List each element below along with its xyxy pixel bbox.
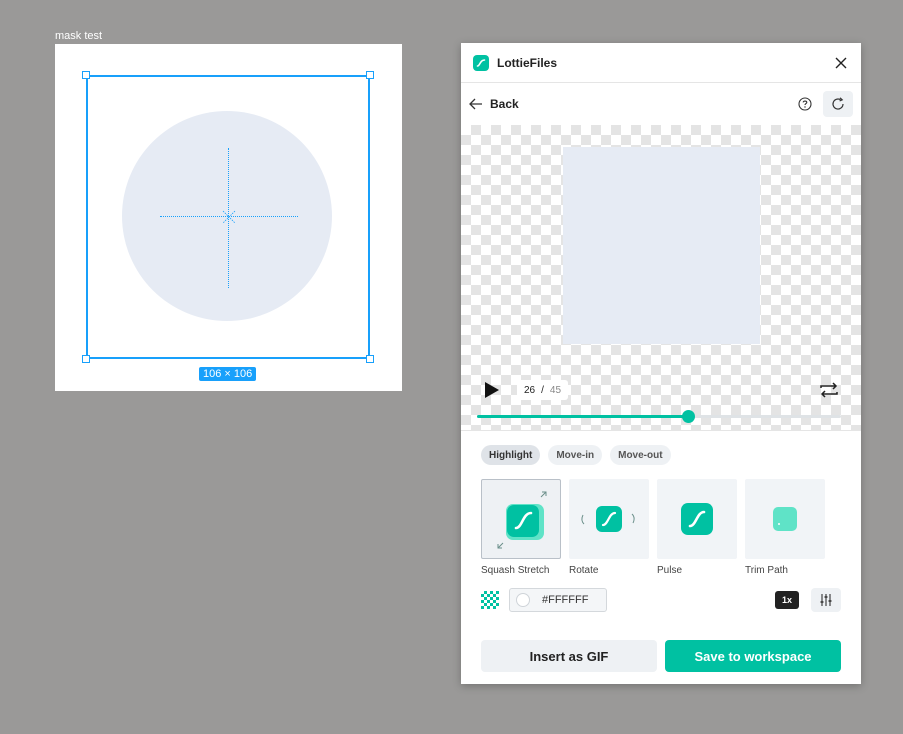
plugin-title: LottieFiles xyxy=(497,55,558,70)
preset-pulse[interactable]: Pulse xyxy=(657,479,737,576)
frame-counter: 26 / 45 xyxy=(517,380,569,400)
preset-thumbnail xyxy=(569,479,649,559)
current-frame: 26 xyxy=(524,384,536,396)
tab-highlight[interactable]: Highlight xyxy=(481,445,541,465)
background-color-input[interactable]: #FFFFFF xyxy=(509,588,607,612)
preview-shape xyxy=(563,147,760,344)
squash-stretch-icon xyxy=(497,491,547,549)
total-frames: 45 xyxy=(549,384,562,396)
tab-move-out[interactable]: Move-out xyxy=(610,445,671,465)
loop-toggle[interactable] xyxy=(819,381,839,404)
trim-path-icon xyxy=(773,507,797,531)
preset-trim-path[interactable]: Trim Path xyxy=(745,479,825,576)
animation-presets: Squash Stretch Rotate Pulse Trim Path xyxy=(481,479,841,576)
plugin-navbar: Back xyxy=(461,83,861,125)
insert-as-gif-button[interactable]: Insert as GIF xyxy=(481,640,657,672)
play-icon xyxy=(485,382,499,398)
background-color-value[interactable]: #FFFFFF xyxy=(542,594,588,606)
refresh-button[interactable] xyxy=(823,91,853,117)
transparent-background-toggle[interactable] xyxy=(481,591,499,609)
back-label: Back xyxy=(490,97,519,111)
rotate-icon xyxy=(581,506,635,532)
preset-label: Squash Stretch xyxy=(481,565,550,576)
preset-label: Rotate xyxy=(569,565,599,576)
close-icon xyxy=(835,57,847,68)
help-button[interactable] xyxy=(793,92,817,116)
preset-label: Pulse xyxy=(657,565,683,576)
help-icon xyxy=(798,97,812,111)
resize-handle-top-left[interactable] xyxy=(82,71,90,79)
resize-handle-bottom-left[interactable] xyxy=(82,355,90,363)
sliders-icon xyxy=(820,594,832,606)
lottiefiles-logo-icon xyxy=(473,54,489,71)
timeline-thumb[interactable] xyxy=(682,410,696,423)
timeline-progress xyxy=(477,415,689,418)
animation-preview: 26 / 45 xyxy=(461,125,861,430)
save-to-workspace-button[interactable]: Save to workspace xyxy=(665,640,841,672)
canvas-frame[interactable]: 106 × 106 xyxy=(55,44,402,391)
resize-handle-bottom-right[interactable] xyxy=(366,355,374,363)
adjustments-button[interactable] xyxy=(811,588,841,612)
animation-tabs: Highlight Move-in Move-out xyxy=(481,445,841,465)
back-button[interactable]: Back xyxy=(469,97,519,111)
lottiefiles-plugin-panel: LottieFiles Back 26 / 45 Highlight Move-… xyxy=(461,43,861,684)
preset-label: Trim Path xyxy=(745,565,788,576)
selection-box[interactable] xyxy=(86,75,370,359)
preset-thumbnail xyxy=(657,479,737,559)
play-button[interactable] xyxy=(483,381,501,404)
preset-squash-stretch[interactable]: Squash Stretch xyxy=(481,479,561,576)
loop-icon xyxy=(820,382,838,398)
speed-button[interactable]: 1x xyxy=(774,591,799,609)
dimensions-badge: 106 × 106 xyxy=(199,367,257,381)
timeline-slider[interactable] xyxy=(477,410,841,423)
pulse-icon xyxy=(681,503,713,535)
background-color-row: #FFFFFF 1x xyxy=(481,588,841,612)
animation-settings: Highlight Move-in Move-out Squash Stretc… xyxy=(461,430,861,612)
arrow-left-icon xyxy=(469,98,482,110)
preset-rotate[interactable]: Rotate xyxy=(569,479,649,576)
preset-thumbnail xyxy=(481,479,561,559)
close-button[interactable] xyxy=(833,55,849,71)
frame-separator: / xyxy=(541,384,544,396)
action-buttons: Insert as GIF Save to workspace xyxy=(481,640,841,672)
preset-thumbnail xyxy=(745,479,825,559)
tab-move-in[interactable]: Move-in xyxy=(548,445,603,465)
plugin-titlebar: LottieFiles xyxy=(461,43,861,83)
color-swatch[interactable] xyxy=(516,593,530,607)
refresh-icon xyxy=(832,97,844,110)
frame-label[interactable]: mask test xyxy=(55,30,102,42)
resize-handle-top-right[interactable] xyxy=(366,71,374,79)
